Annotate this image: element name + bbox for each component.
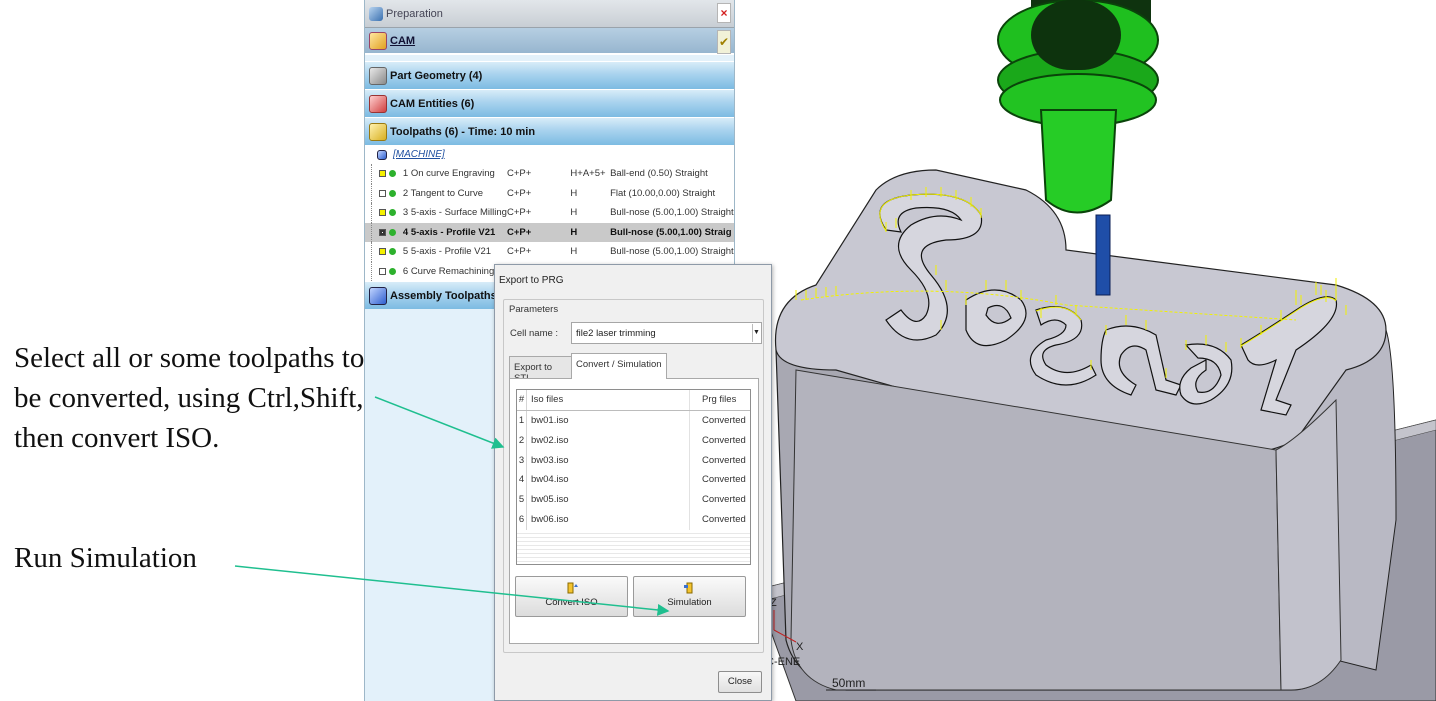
simulation-arrow <box>234 565 670 616</box>
select-arrow <box>374 396 505 449</box>
annotation-arrows <box>234 396 670 616</box>
tab-convert-simulation[interactable]: Convert / Simulation <box>571 353 667 379</box>
